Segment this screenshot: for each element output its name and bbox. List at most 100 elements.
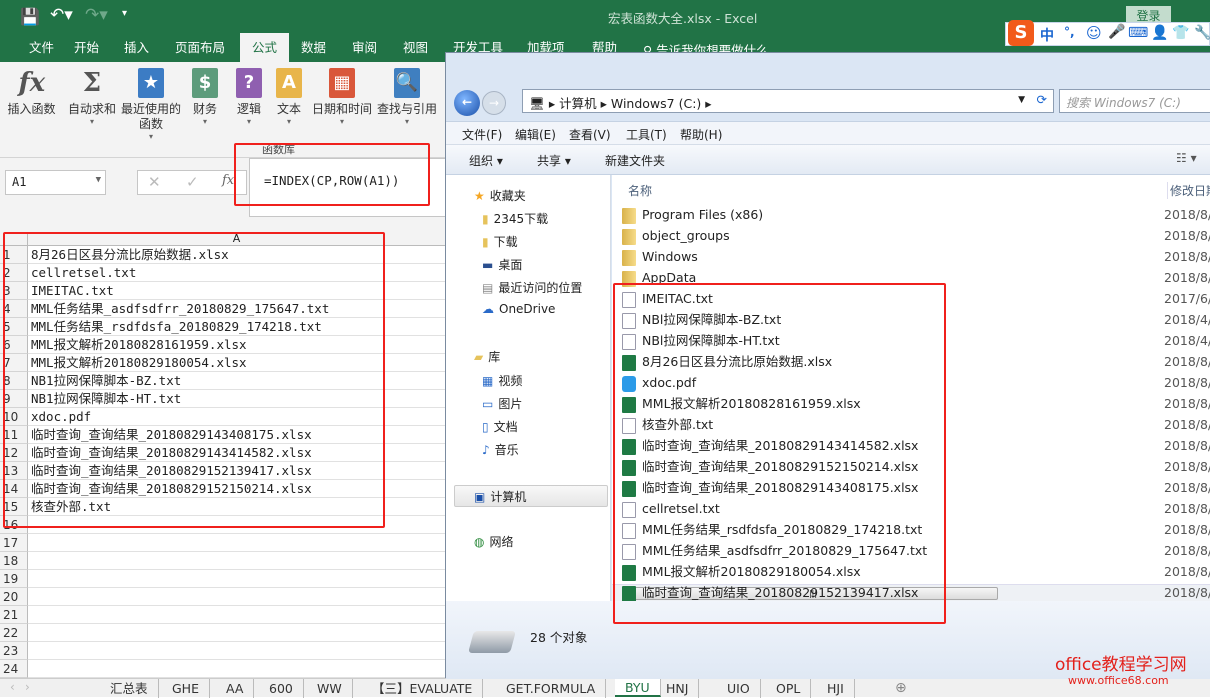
cell-a20[interactable] (28, 588, 445, 606)
nav-network[interactable]: ◍ 网络 (474, 533, 514, 550)
file-row[interactable]: object_groups (622, 225, 1162, 246)
row-header[interactable]: 18 (0, 552, 28, 570)
user-icon[interactable]: 👤 (1151, 25, 1168, 41)
save-icon[interactable]: 💾 (20, 7, 40, 26)
cell-a18[interactable] (28, 552, 445, 570)
scroll-left-icon[interactable]: ‹ (10, 680, 15, 694)
nav-libraries[interactable]: ▰ 库 (474, 348, 500, 365)
tab-6[interactable]: 审阅 (340, 33, 389, 62)
nav-library-item[interactable]: ▦ 视频 (482, 372, 522, 389)
ribbon-button-4[interactable]: ? 逻辑 ▾ (232, 68, 266, 126)
breadcrumb-drive[interactable]: Windows7 (C:) (611, 96, 701, 111)
nav-library-item[interactable]: ▯ 文档 (482, 418, 518, 435)
cell-a19[interactable] (28, 570, 445, 588)
menu-item[interactable]: 编辑(E) (515, 126, 556, 143)
customize-qat-icon[interactable]: ▾ (122, 8, 127, 19)
toolbar-button[interactable]: 组织 ▾ (469, 152, 503, 169)
search-input[interactable]: 搜索 Windows7 (C:) (1059, 89, 1210, 113)
cancel-icon[interactable]: ✕ (148, 173, 161, 191)
skin-icon[interactable]: 👕 (1172, 25, 1189, 41)
microphone-icon[interactable]: 🎤 (1108, 24, 1125, 40)
ime-punctuation[interactable]: °, (1064, 25, 1075, 39)
ime-language[interactable]: 中 (1040, 25, 1054, 45)
sheet-tab[interactable]: OPL (766, 679, 812, 698)
scroll-right-icon[interactable]: › (25, 680, 30, 694)
ribbon-button-0[interactable]: fx 插入函数 (4, 68, 59, 117)
cell-a17[interactable] (28, 534, 445, 552)
ribbon-button-3[interactable]: $ 财务 ▾ (188, 68, 222, 126)
sheet-tab[interactable]: BYU (615, 678, 661, 697)
nav-library-item[interactable]: ♪ 音乐 (482, 441, 519, 458)
nav-library-item[interactable]: ▭ 图片 (482, 395, 522, 412)
tab-2[interactable]: 插入 (112, 33, 161, 62)
tab-3[interactable]: 页面布局 (163, 33, 237, 62)
column-header-date[interactable]: 修改日期 (1167, 182, 1210, 199)
tab-1[interactable]: 开始 (62, 33, 111, 62)
name-box[interactable]: A1 ▼ (5, 170, 106, 195)
refresh-icon[interactable]: ⟳ (1037, 92, 1047, 107)
chevron-down-icon[interactable]: ▼ (96, 175, 101, 185)
settings-wrench-icon[interactable]: 🔧 (1194, 25, 1210, 41)
nav-favorite-item[interactable]: ▮ 下载 (482, 233, 518, 250)
sheet-tab[interactable]: HJI (817, 679, 855, 698)
emoji-icon[interactable]: ☺ (1086, 24, 1102, 42)
ribbon-button-2[interactable]: ★ 最近使用的函数 ▾ (120, 68, 182, 141)
forward-button[interactable]: → (482, 91, 506, 115)
menu-item[interactable]: 查看(V) (569, 126, 611, 143)
tab-5[interactable]: 数据 (289, 33, 338, 62)
row-header[interactable]: 24 (0, 660, 28, 678)
sheet-tab[interactable]: 汇总表 (100, 679, 159, 698)
nav-favorite-item[interactable]: ▬ 桌面 (482, 256, 522, 273)
file-row[interactable]: Windows (622, 246, 1162, 267)
tab-7[interactable]: 视图 (391, 33, 440, 62)
menu-item[interactable]: 帮助(H) (680, 126, 722, 143)
ribbon-button-6[interactable]: ▦ 日期和时间 ▾ (310, 68, 374, 126)
row-header[interactable]: 19 (0, 570, 28, 588)
sheet-tab[interactable]: UIO (717, 679, 761, 698)
ribbon-button-7[interactable]: 🔍 查找与引用 ▾ (374, 68, 440, 126)
column-header-name[interactable]: 名称 (628, 182, 652, 199)
autosum-icon: Σ (82, 68, 102, 98)
view-options-icon[interactable]: ☷ ▾ (1176, 151, 1197, 165)
row-header[interactable]: 21 (0, 606, 28, 624)
cell-a23[interactable] (28, 642, 445, 660)
enter-icon[interactable]: ✓ (186, 173, 199, 191)
nav-computer[interactable]: ▣ 计算机 (474, 488, 526, 505)
row-header[interactable]: 17 (0, 534, 28, 552)
ribbon-button-5[interactable]: A 文本 ▾ (272, 68, 306, 126)
address-bar[interactable]: 🖥 ▸ 计算机 ▸ Windows7 (C:) ▸ ▼ ⟳ (522, 89, 1054, 113)
file-row[interactable]: Program Files (x86) (622, 204, 1162, 225)
menu-item[interactable]: 文件(F) (462, 126, 502, 143)
sheet-tab[interactable]: 【三】EVALUATE (362, 679, 484, 698)
tab-4[interactable]: 公式 (240, 33, 290, 62)
add-sheet-icon[interactable]: ⊕ (895, 680, 907, 696)
cell-a21[interactable] (28, 606, 445, 624)
ribbon-button-1[interactable]: Σ 自动求和 ▾ (66, 68, 118, 126)
undo-icon[interactable]: ↶▾ (50, 5, 73, 25)
breadcrumb-computer[interactable]: 计算机 (559, 96, 597, 111)
sheet-tab[interactable]: WW (307, 679, 353, 698)
sheet-tab[interactable]: GET.FORMULA (496, 679, 607, 698)
menu-item[interactable]: 工具(T) (626, 126, 667, 143)
nav-favorite-item[interactable]: ▤ 最近访问的位置 (482, 279, 582, 296)
tab-0[interactable]: 文件 (17, 33, 66, 62)
sheet-tab[interactable]: 600 (259, 679, 304, 698)
cell-a22[interactable] (28, 624, 445, 642)
nav-favorites[interactable]: ★ 收藏夹 (474, 187, 526, 204)
row-header[interactable]: 20 (0, 588, 28, 606)
toolbar-button[interactable]: 共享 ▾ (537, 152, 571, 169)
sheet-tab[interactable]: AA (216, 679, 255, 698)
cell-a24[interactable] (28, 660, 445, 678)
row-header[interactable]: 23 (0, 642, 28, 660)
back-button[interactable]: ← (454, 90, 480, 116)
row-header[interactable]: 22 (0, 624, 28, 642)
address-dropdown-icon[interactable]: ▼ (1018, 95, 1025, 105)
keyboard-icon[interactable]: ⌨ (1128, 25, 1148, 41)
insert-function-icon[interactable]: fx (222, 173, 234, 188)
sheet-tab[interactable]: HNJ (656, 679, 700, 698)
sheet-tab[interactable]: GHE (162, 679, 210, 698)
nav-favorite-item[interactable]: ☁ OneDrive (482, 302, 555, 316)
toolbar-button[interactable]: 新建文件夹 (605, 152, 665, 169)
nav-favorite-item[interactable]: ▮ 2345下载 (482, 210, 548, 227)
redo-icon[interactable]: ↷▾ (85, 5, 108, 25)
